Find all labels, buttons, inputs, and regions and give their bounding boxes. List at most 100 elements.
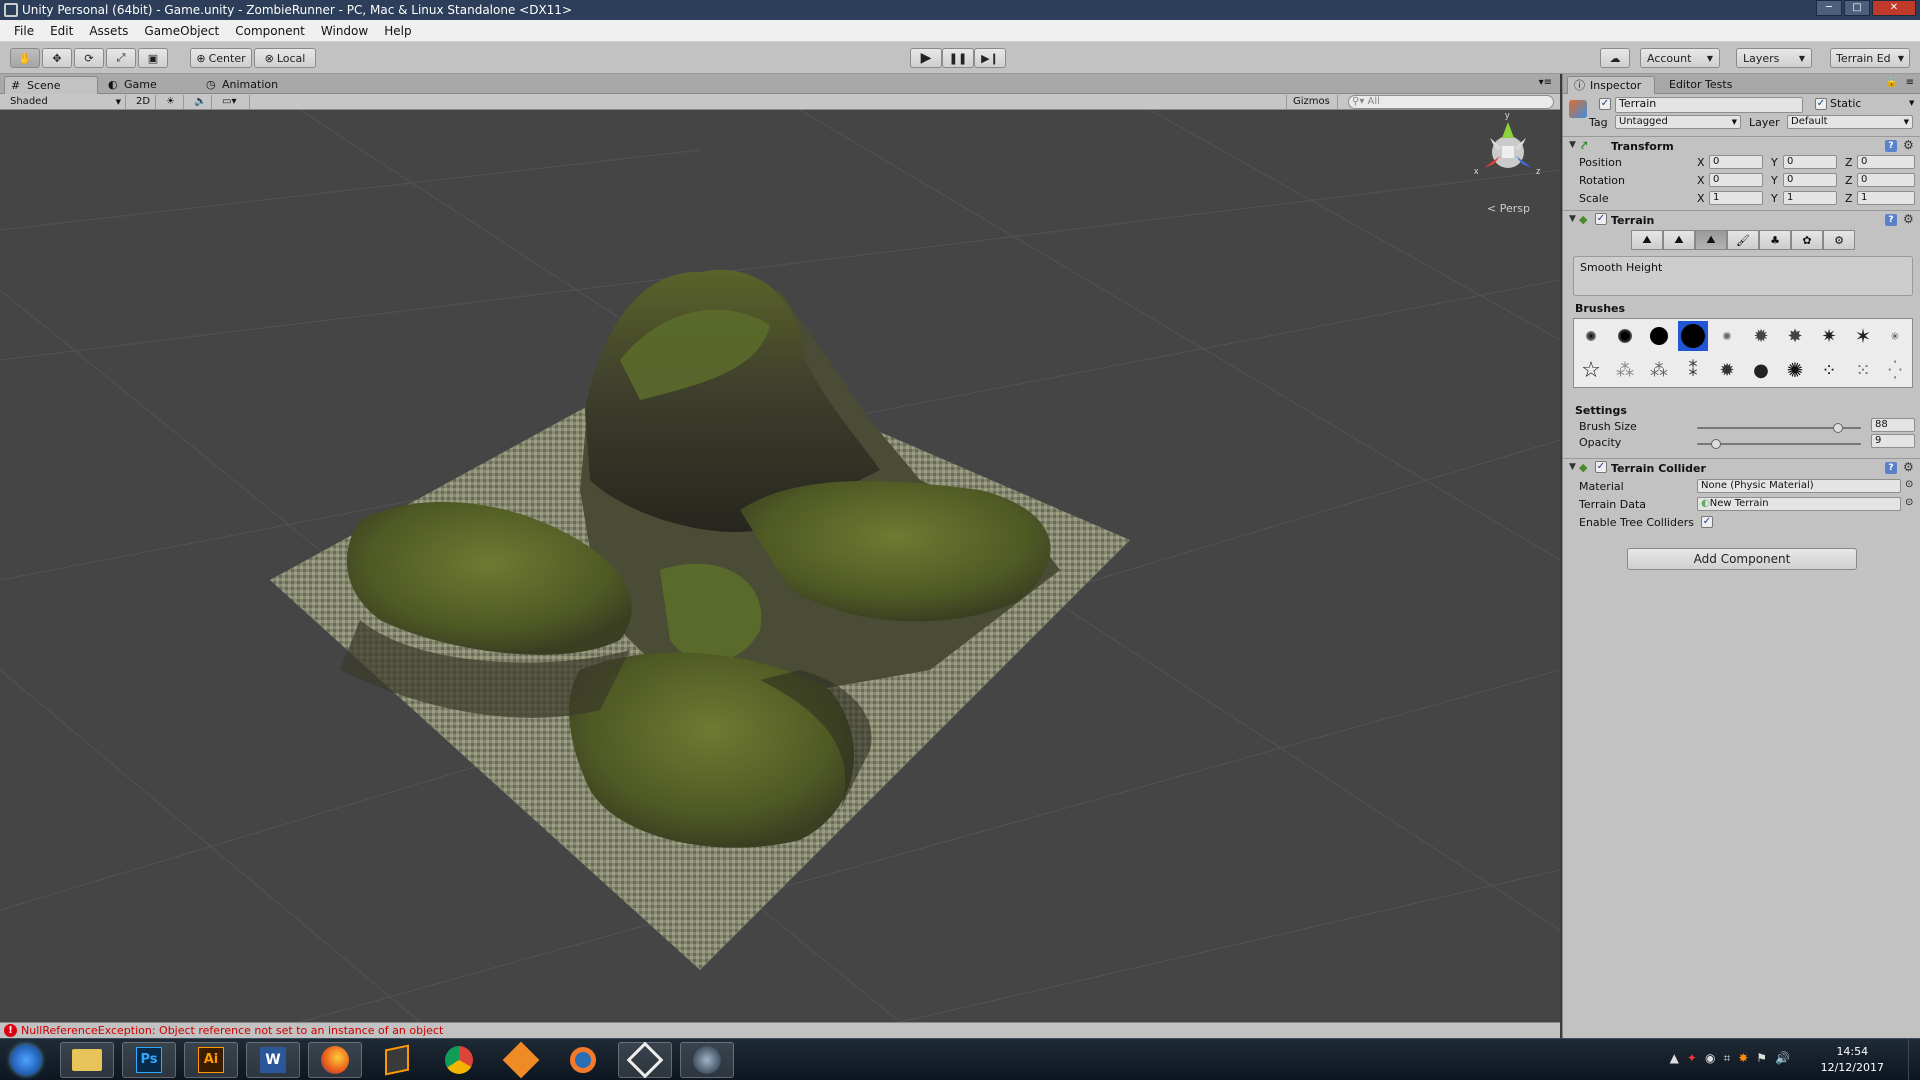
object-name-field[interactable]: Terrain	[1615, 97, 1803, 113]
step-button[interactable]: ▶❙	[974, 48, 1006, 68]
terrain-header[interactable]: ▼ ◆ ✓ Terrain ? ⚙	[1563, 210, 1920, 228]
opacity-thumb[interactable]	[1710, 439, 1721, 449]
taskbar-chrome[interactable]	[432, 1042, 486, 1078]
hand-tool-button[interactable]: ✋	[10, 48, 40, 68]
tray-flag-icon[interactable]: ⚑	[1756, 1051, 1767, 1066]
console-status-bar[interactable]: ! NullReferenceException: Object referen…	[0, 1022, 1560, 1038]
menu-component[interactable]: Component	[227, 24, 313, 38]
panel-menu-icon[interactable]: ▾≡	[1539, 77, 1552, 88]
gizmos-dropdown[interactable]: Gizmos ▼	[1286, 95, 1338, 120]
menu-assets[interactable]: Assets	[81, 24, 136, 38]
play-button[interactable]: ▶	[910, 48, 942, 68]
material-field[interactable]: None (Physic Material)	[1697, 479, 1901, 493]
layer-dropdown[interactable]: Default ▼	[1787, 115, 1913, 129]
object-picker-icon[interactable]: ⊙	[1905, 497, 1913, 508]
brush-17[interactable]: ✺	[1780, 355, 1810, 385]
tree-colliders-checkbox[interactable]: ✓	[1701, 516, 1713, 528]
taskbar-clock[interactable]: 14:54 12/12/2017	[1821, 1044, 1884, 1076]
menu-gameobject[interactable]: GameObject	[136, 24, 227, 38]
audio-toggle[interactable]: 🔈	[188, 95, 212, 109]
rotate-tool-button[interactable]: ⟳	[74, 48, 104, 68]
rect-tool-button[interactable]: ▣	[138, 48, 168, 68]
brush-13[interactable]: ⁂	[1644, 355, 1674, 385]
collider-enabled-checkbox[interactable]: ✓	[1595, 461, 1607, 473]
add-component-button[interactable]: Add Component	[1627, 548, 1857, 570]
tab-game[interactable]: ◐ Game	[102, 76, 184, 94]
brush-size-slider[interactable]	[1697, 423, 1861, 433]
taskbar-firefox[interactable]	[308, 1042, 362, 1078]
taskbar-sublime[interactable]	[370, 1042, 424, 1078]
close-button[interactable]: ✕	[1872, 0, 1916, 16]
static-checkbox[interactable]: ✓	[1815, 98, 1827, 110]
shading-mode-dropdown[interactable]: Shaded ▼	[4, 95, 126, 109]
lighting-toggle[interactable]: ☀	[160, 95, 184, 109]
2d-toggle[interactable]: 2D	[130, 95, 156, 109]
taskbar-unity[interactable]	[618, 1041, 672, 1079]
brush-5[interactable]: ✺	[1712, 321, 1742, 351]
menu-edit[interactable]: Edit	[42, 24, 81, 38]
brush-11[interactable]: ☆	[1576, 355, 1606, 385]
brush-7[interactable]: ✸	[1780, 321, 1810, 351]
tray-network-icon[interactable]: ⌗	[1723, 1051, 1730, 1066]
menu-help[interactable]: Help	[376, 24, 419, 38]
taskbar-blender[interactable]	[556, 1042, 610, 1078]
orientation-gizmo[interactable]: y x z	[1474, 110, 1541, 176]
terrain-collider-header[interactable]: ▼ ◆ ✓ Terrain Collider ? ⚙	[1563, 458, 1920, 476]
space-local-button[interactable]: ⊗ Local	[254, 48, 316, 68]
scale-tool-button[interactable]: ⤢	[106, 48, 136, 68]
tab-animation[interactable]: ◷ Animation	[200, 76, 310, 94]
move-tool-button[interactable]: ✥	[42, 48, 72, 68]
brush-size-field[interactable]: 88	[1871, 418, 1915, 432]
tab-inspector[interactable]: ⓘ Inspector	[1567, 76, 1655, 94]
position-y-field[interactable]: 0	[1783, 155, 1837, 169]
cloud-button[interactable]: ☁	[1600, 48, 1630, 68]
taskbar-steam[interactable]	[680, 1042, 734, 1078]
tray-chevron-up-icon[interactable]: ▲	[1670, 1051, 1679, 1066]
scene-search-input[interactable]: ⚲▾ All	[1348, 95, 1554, 109]
minimize-button[interactable]: ─	[1816, 0, 1842, 16]
brush-18[interactable]: ⁘	[1814, 355, 1844, 385]
terrain-enabled-checkbox[interactable]: ✓	[1595, 213, 1607, 225]
gear-icon[interactable]: ⚙	[1903, 138, 1914, 152]
raise-lower-tool[interactable]: ⛰	[1631, 230, 1663, 250]
taskbar-photoshop[interactable]: Ps	[122, 1042, 176, 1078]
pivot-center-button[interactable]: ⊕ Center	[190, 48, 252, 68]
tray-steam-icon[interactable]: ◉	[1705, 1051, 1715, 1066]
taskbar-app-orange[interactable]	[494, 1041, 548, 1079]
tray-speaker-icon[interactable]: 🔊	[1775, 1051, 1790, 1066]
tab-editor-tests[interactable]: Editor Tests	[1659, 76, 1749, 94]
brush-size-thumb[interactable]	[1832, 423, 1843, 433]
maximize-button[interactable]: □	[1844, 0, 1870, 16]
panel-menu-icon[interactable]: ≡	[1906, 77, 1914, 88]
scale-x-field[interactable]: 1	[1709, 191, 1763, 205]
brush-4-selected[interactable]	[1678, 321, 1708, 351]
layout-dropdown[interactable]: Terrain Ed ▼	[1830, 48, 1910, 68]
paint-height-tool[interactable]: ⛰	[1663, 230, 1695, 250]
smooth-height-tool[interactable]: ⛰	[1695, 230, 1727, 250]
layers-dropdown[interactable]: Layers ▼	[1736, 48, 1812, 68]
paint-texture-tool[interactable]: 🖌	[1727, 230, 1759, 250]
projection-label[interactable]: < Persp	[1487, 202, 1530, 215]
start-button[interactable]	[2, 1042, 50, 1078]
tag-dropdown[interactable]: Untagged ▼	[1615, 115, 1741, 129]
transform-header[interactable]: ▼ ⤤ Transform ? ⚙	[1563, 136, 1920, 154]
place-trees-tool[interactable]: ♣	[1759, 230, 1791, 250]
menu-window[interactable]: Window	[313, 24, 376, 38]
terrain-settings-tool[interactable]: ⚙	[1823, 230, 1855, 250]
help-icon[interactable]: ?	[1885, 462, 1897, 474]
brush-10[interactable]: ✳	[1880, 321, 1910, 351]
menu-file[interactable]: File	[6, 24, 42, 38]
brush-16[interactable]: ●	[1746, 355, 1776, 385]
pause-button[interactable]: ❚❚	[942, 48, 974, 68]
brush-15[interactable]: ✹	[1712, 355, 1742, 385]
rotation-x-field[interactable]: 0	[1709, 173, 1763, 187]
paint-details-tool[interactable]: ✿	[1791, 230, 1823, 250]
terrain-data-field[interactable]: ◐New Terrain	[1697, 497, 1901, 511]
taskbar-word[interactable]: W	[246, 1042, 300, 1078]
lock-icon[interactable]: 🔒	[1886, 77, 1898, 88]
opacity-slider[interactable]	[1697, 439, 1861, 449]
active-checkbox[interactable]: ✓	[1599, 98, 1611, 110]
position-x-field[interactable]: 0	[1709, 155, 1763, 169]
position-z-field[interactable]: 0	[1857, 155, 1915, 169]
object-picker-icon[interactable]: ⊙	[1905, 479, 1913, 490]
